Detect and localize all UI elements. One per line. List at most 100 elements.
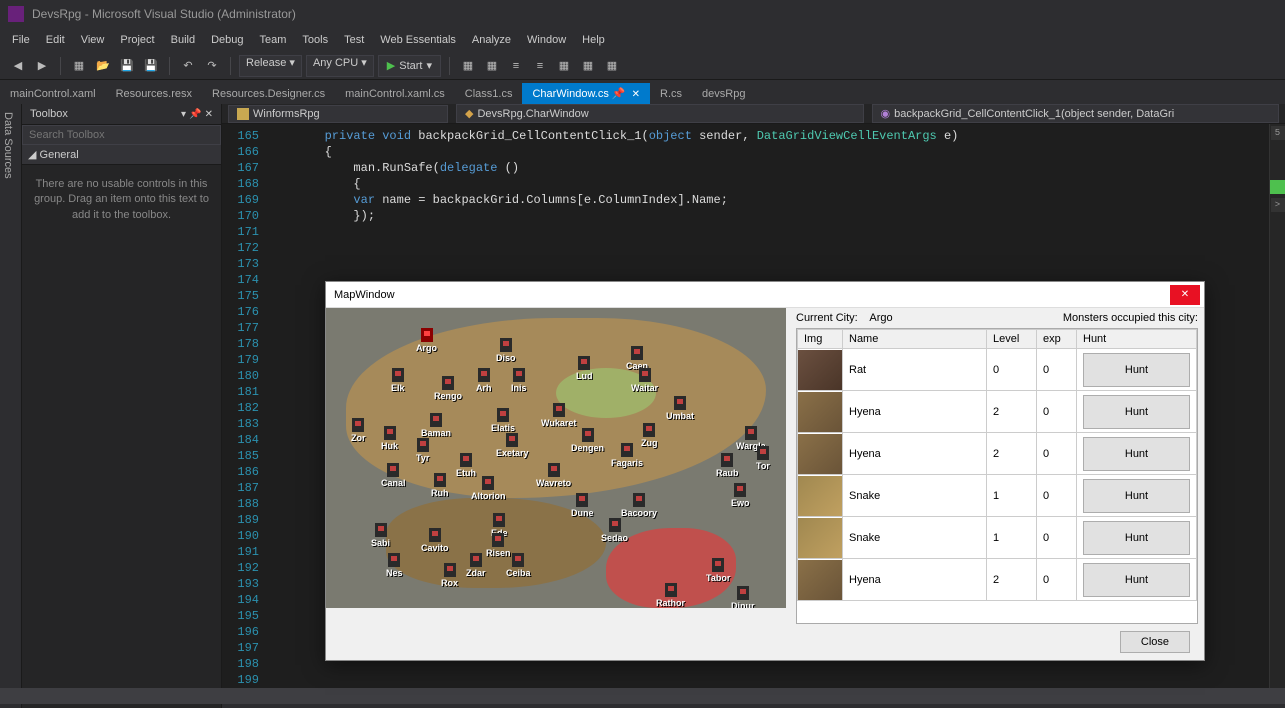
config-combo[interactable]: Release ▾ [239,55,302,77]
undo-icon[interactable]: ↶ [178,56,198,76]
monsters-table[interactable]: Img Name Level exp Hunt Rat00HuntHyena20… [796,328,1198,624]
table-row[interactable]: Snake10Hunt [798,517,1197,559]
city-etuh[interactable]: Etuh [456,453,476,478]
city-zdar[interactable]: Zdar [466,553,486,578]
tab-class1-cs[interactable]: Class1.cs [455,84,523,104]
city-zug[interactable]: Zug [641,423,658,448]
horizontal-scrollbar[interactable] [0,688,1285,704]
city-exetary[interactable]: Exetary [496,433,529,458]
toolbar-icon[interactable]: ▦ [602,56,622,76]
hunt-button[interactable]: Hunt [1083,563,1190,597]
col-hunt[interactable]: Hunt [1077,330,1197,349]
hunt-button[interactable]: Hunt [1083,395,1190,429]
tab-maincontrol-xaml[interactable]: mainControl.xaml [0,84,106,104]
city-zor[interactable]: Zor [351,418,366,443]
menu-view[interactable]: View [73,32,113,48]
city-baman[interactable]: Baman [421,413,451,438]
nav-arrow[interactable]: > [1271,198,1285,212]
tab-devsrpg[interactable]: devsRpg [692,84,755,104]
tab-resources-designer-cs[interactable]: Resources.Designer.cs [202,84,335,104]
menu-analyze[interactable]: Analyze [464,32,519,48]
city-fagaris[interactable]: Fagaris [611,443,643,468]
city-waitar[interactable]: Waitar [631,368,658,393]
city-cavito[interactable]: Cavito [421,528,449,553]
city-argo[interactable]: Argo [416,328,437,353]
search-input[interactable] [29,129,214,141]
menu-edit[interactable]: Edit [38,32,73,48]
city-sabi[interactable]: Sabi [371,523,390,548]
menu-web-essentials[interactable]: Web Essentials [372,32,464,48]
start-button[interactable]: ▶ Start ▾ [378,55,441,77]
city-arh[interactable]: Arh [476,368,492,393]
toolbar-icon[interactable]: ▦ [458,56,478,76]
toolbar-icon[interactable]: ≡ [530,56,550,76]
city-rathor[interactable]: Rathor [656,583,685,608]
toolbar-icon[interactable]: ▦ [578,56,598,76]
close-icon[interactable]: ✕ [205,109,213,120]
city-elatis[interactable]: Elatis [491,408,515,433]
city-inis[interactable]: Inis [511,368,527,393]
nav-method-combo[interactable]: ◉ backpackGrid_CellContentClick_1(object… [872,104,1280,123]
table-row[interactable]: Hyena20Hunt [798,433,1197,475]
new-project-icon[interactable]: ▦ [69,56,89,76]
city-tor[interactable]: Tor [756,446,770,471]
menu-tools[interactable]: Tools [294,32,336,48]
toolbar-icon[interactable]: ≡ [506,56,526,76]
toolbar-icon[interactable]: ▦ [482,56,502,76]
toolbar-icon[interactable]: ▦ [554,56,574,76]
tab-r-cs[interactable]: R.cs [650,84,692,104]
city-tyr[interactable]: Tyr [416,438,429,463]
city-ruh[interactable]: Ruh [431,473,449,498]
menu-file[interactable]: File [4,32,38,48]
city-raub[interactable]: Raub [716,453,739,478]
city-dengen[interactable]: Dengen [571,428,604,453]
nav-number[interactable]: 5 [1271,126,1285,140]
map-canvas[interactable]: ArgoDisoElkRengoArhInisLudCaenWaitarZorH… [326,308,786,608]
menu-team[interactable]: Team [252,32,295,48]
nav-project-combo[interactable]: WinformsRpg [228,105,448,123]
platform-combo[interactable]: Any CPU ▾ [306,55,374,77]
city-dune[interactable]: Dune [571,493,594,518]
city-wukaret[interactable]: Wukaret [541,403,576,428]
save-all-icon[interactable]: 💾 [141,56,161,76]
close-icon[interactable]: ✕ [632,89,640,100]
menu-window[interactable]: Window [519,32,574,48]
col-exp[interactable]: exp [1037,330,1077,349]
tab-resources-resx[interactable]: Resources.resx [106,84,202,104]
city-ewo[interactable]: Ewo [731,483,750,508]
menu-help[interactable]: Help [574,32,613,48]
close-button[interactable]: Close [1120,631,1190,653]
vertical-scrollbar[interactable]: 5 > [1269,124,1285,692]
tab-charwindow-cs[interactable]: CharWindow.cs 📌✕ [522,83,650,104]
map-window-titlebar[interactable]: MapWindow ✕ [326,282,1204,308]
city-bacoory[interactable]: Bacoory [621,493,657,518]
pin-icon[interactable]: 📌 [189,109,201,120]
nav-back-button[interactable]: ◀ [8,56,28,76]
city-ceiba[interactable]: Ceiba [506,553,531,578]
window-close-button[interactable]: ✕ [1170,285,1200,305]
redo-icon[interactable]: ↷ [202,56,222,76]
city-rengo[interactable]: Rengo [434,376,462,401]
table-row[interactable]: Rat00Hunt [798,349,1197,391]
city-lud[interactable]: Lud [576,356,593,381]
menu-test[interactable]: Test [336,32,372,48]
city-rox[interactable]: Rox [441,563,458,588]
city-altorion[interactable]: Altorion [471,476,506,501]
city-wavreto[interactable]: Wavreto [536,463,571,488]
col-img[interactable]: Img [798,330,843,349]
table-row[interactable]: Hyena20Hunt [798,391,1197,433]
city-diso[interactable]: Diso [496,338,516,363]
tab-maincontrol-xaml-cs[interactable]: mainControl.xaml.cs [335,84,455,104]
dropdown-icon[interactable]: ▾ [181,109,186,120]
open-file-icon[interactable]: 📂 [93,56,113,76]
city-tabor[interactable]: Tabor [706,558,730,583]
col-name[interactable]: Name [843,330,987,349]
menu-build[interactable]: Build [163,32,203,48]
hunt-button[interactable]: Hunt [1083,437,1190,471]
city-elk[interactable]: Elk [391,368,405,393]
toolbox-section-general[interactable]: ◢ General [22,145,221,165]
col-level[interactable]: Level [987,330,1037,349]
hunt-button[interactable]: Hunt [1083,521,1190,555]
menu-debug[interactable]: Debug [203,32,251,48]
nav-class-combo[interactable]: ◆ DevsRpg.CharWindow [456,104,864,123]
